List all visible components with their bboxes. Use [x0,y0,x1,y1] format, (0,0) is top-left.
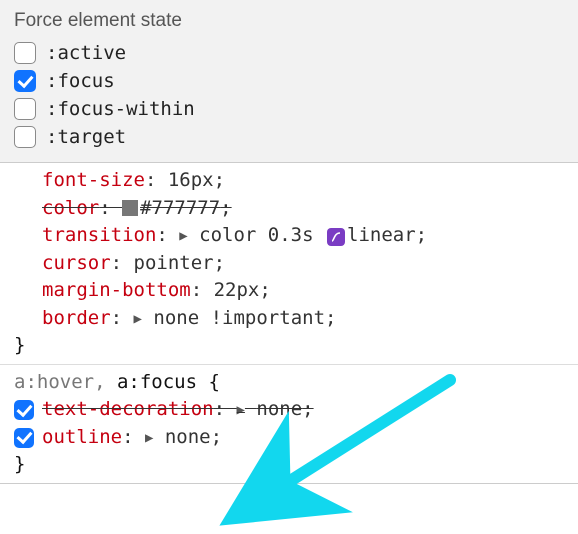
checkbox-focus[interactable] [14,70,36,92]
decl-content: cursor: pointer; [42,250,225,278]
css-value[interactable]: linear [347,224,416,246]
decl-checkbox[interactable] [14,400,34,420]
selector-strong: a:focus [117,371,197,393]
expand-triangle-icon[interactable]: ▶ [134,311,142,327]
state-label-active: :active [46,42,126,64]
declaration-row[interactable]: font-size: 16px; [14,167,570,195]
expand-triangle-icon[interactable]: ▶ [145,430,153,446]
selector-dim: a:hover, [14,371,117,393]
state-row-focus[interactable]: :focus [14,70,564,92]
css-value[interactable]: none !important [153,307,325,329]
color-swatch[interactable] [122,200,138,216]
css-property[interactable]: border [42,307,111,329]
close-brace: } [14,451,570,479]
css-value[interactable]: pointer [134,252,214,274]
css-value[interactable]: 16px [168,169,214,191]
declaration-row[interactable]: outline: ▶ none; [14,424,570,452]
easing-icon[interactable] [327,228,345,246]
decl-content: margin-bottom: 22px; [42,277,271,305]
checkbox-focus-within[interactable] [14,98,36,120]
css-property[interactable]: cursor [42,252,111,274]
force-state-panel: Force element state :active :focus :focus-… [0,0,578,163]
decl-checkbox[interactable] [14,428,34,448]
declaration-row[interactable]: text-decoration: ▶ none; [14,396,570,424]
checkbox-target[interactable] [14,126,36,148]
expand-triangle-icon[interactable]: ▶ [179,228,187,244]
css-value[interactable]: none [165,426,211,448]
decl-content: font-size: 16px; [42,167,225,195]
decl-content: transition: ▶ color 0.3s linear; [42,222,427,250]
selector-line[interactable]: a:hover, a:focus { [14,369,570,397]
css-value[interactable]: 22px [214,279,260,301]
decl-content: border: ▶ none !important; [42,305,336,333]
state-row-active[interactable]: :active [14,42,564,64]
expand-triangle-icon[interactable]: ▶ [236,402,244,418]
open-brace: { [197,371,220,393]
css-property[interactable]: margin-bottom [42,279,191,301]
state-label-focus: :focus [46,70,115,92]
declaration-row[interactable]: color: #777777; [14,195,570,223]
state-label-target: :target [46,126,126,148]
css-property[interactable]: font-size [42,169,145,191]
close-brace: } [14,332,570,360]
css-property[interactable]: color [42,197,99,219]
decl-content: outline: ▶ none; [42,424,222,452]
css-value[interactable]: none [256,398,302,420]
css-value[interactable]: #777777 [140,197,220,219]
state-row-focus-within[interactable]: :focus-within [14,98,564,120]
declaration-row[interactable]: border: ▶ none !important; [14,305,570,333]
styles-pane: font-size: 16px;color: #777777;transitio… [0,163,578,484]
panel-title: Force element state [14,10,564,32]
css-rule: a:hover, a:focus {text-decoration: ▶ non… [0,365,578,484]
decl-content: text-decoration: ▶ none; [42,396,314,424]
decl-content: color: #777777; [42,195,232,223]
declaration-row[interactable]: cursor: pointer; [14,250,570,278]
css-property[interactable]: transition [42,224,156,246]
state-row-target[interactable]: :target [14,126,564,148]
css-property[interactable]: text-decoration [42,398,214,420]
state-label-focus-within: :focus-within [46,98,195,120]
declaration-row[interactable]: margin-bottom: 22px; [14,277,570,305]
declaration-row[interactable]: transition: ▶ color 0.3s linear; [14,222,570,250]
css-rule: font-size: 16px;color: #777777;transitio… [0,163,578,365]
css-property[interactable]: outline [42,426,122,448]
css-value[interactable]: color 0.3s [199,224,325,246]
checkbox-active[interactable] [14,42,36,64]
